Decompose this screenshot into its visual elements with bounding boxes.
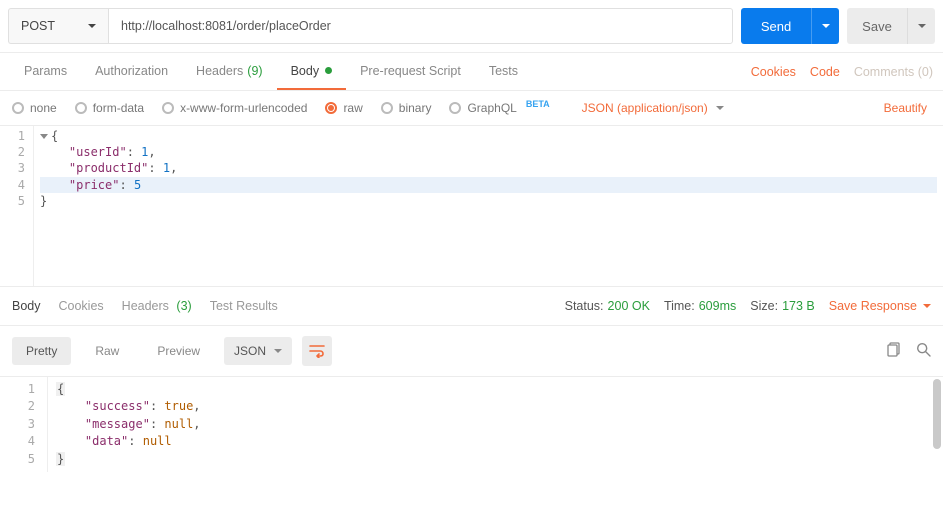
- body-mode-raw-label: raw: [343, 101, 362, 115]
- status-meta: Status:200 OK: [565, 299, 650, 313]
- line-gutter: 1 2 3 4 5: [0, 126, 34, 286]
- content-type-select[interactable]: JSON (application/json): [582, 101, 724, 115]
- radio-icon: [449, 102, 461, 114]
- body-mode-formdata[interactable]: form-data: [75, 101, 144, 115]
- response-tab-cookies[interactable]: Cookies: [59, 299, 104, 313]
- link-cookies[interactable]: Cookies: [751, 65, 796, 79]
- caret-down-icon: [822, 24, 830, 28]
- caret-down-icon: [88, 24, 96, 28]
- tab-body-label: Body: [291, 64, 320, 78]
- response-tab-headers[interactable]: Headers (3): [122, 299, 192, 313]
- body-mode-none-label: none: [30, 101, 57, 115]
- tab-body[interactable]: Body: [277, 53, 347, 90]
- response-gutter: 1 2 3 4 5: [0, 377, 48, 472]
- link-comments[interactable]: Comments (0): [854, 65, 933, 79]
- wrap-lines-button[interactable]: [302, 336, 332, 366]
- caret-down-icon: [918, 24, 926, 28]
- tab-tests[interactable]: Tests: [475, 53, 532, 90]
- response-tab-body[interactable]: Body: [12, 299, 41, 313]
- send-dropdown-button[interactable]: [811, 8, 839, 44]
- tab-headers[interactable]: Headers (9): [182, 53, 277, 90]
- body-mode-graphql[interactable]: GraphQL BETA: [449, 101, 549, 115]
- wrap-icon: [309, 344, 325, 358]
- save-response-button[interactable]: Save Response: [829, 299, 931, 313]
- save-response-label: Save Response: [829, 299, 917, 313]
- view-raw-button[interactable]: Raw: [81, 337, 133, 365]
- caret-down-icon: [274, 349, 282, 353]
- body-mode-raw[interactable]: raw: [325, 101, 362, 115]
- response-body-viewer[interactable]: 1 2 3 4 5 { "success": true, "message": …: [0, 377, 943, 472]
- time-meta: Time:609ms: [664, 299, 736, 313]
- response-tab-testresults[interactable]: Test Results: [210, 299, 278, 313]
- fold-icon[interactable]: [40, 134, 48, 139]
- tab-params[interactable]: Params: [10, 53, 81, 90]
- response-code-body: { "success": true, "message": null, "dat…: [48, 377, 943, 472]
- response-headers-count: (3): [176, 299, 191, 313]
- url-input[interactable]: [108, 8, 733, 44]
- radio-icon: [12, 102, 24, 114]
- radio-icon: [325, 102, 337, 114]
- body-mode-none[interactable]: none: [12, 101, 57, 115]
- response-format-select[interactable]: JSON: [224, 337, 292, 365]
- caret-down-icon: [923, 304, 931, 308]
- body-mode-urlencoded-label: x-www-form-urlencoded: [180, 101, 307, 115]
- body-mode-binary[interactable]: binary: [381, 101, 432, 115]
- copy-icon[interactable]: [887, 342, 902, 361]
- save-button[interactable]: Save: [847, 8, 907, 44]
- search-icon[interactable]: [916, 342, 931, 361]
- caret-down-icon: [716, 106, 724, 110]
- request-body-editor[interactable]: 1 2 3 4 5 { "userId": 1, "productId": 1,…: [0, 126, 943, 286]
- http-method-label: POST: [21, 19, 55, 33]
- http-method-select[interactable]: POST: [8, 8, 108, 44]
- view-pretty-button[interactable]: Pretty: [12, 337, 71, 365]
- tab-authorization[interactable]: Authorization: [81, 53, 182, 90]
- radio-icon: [162, 102, 174, 114]
- headers-count: (9): [247, 64, 262, 78]
- body-modified-dot-icon: [325, 67, 332, 74]
- body-mode-formdata-label: form-data: [93, 101, 144, 115]
- beautify-button[interactable]: Beautify: [884, 101, 931, 115]
- body-mode-graphql-label: GraphQL: [467, 101, 516, 115]
- radio-icon: [381, 102, 393, 114]
- body-mode-urlencoded[interactable]: x-www-form-urlencoded: [162, 101, 307, 115]
- radio-icon: [75, 102, 87, 114]
- save-dropdown-button[interactable]: [907, 8, 935, 44]
- send-button[interactable]: Send: [741, 8, 811, 44]
- tab-prerequest[interactable]: Pre-request Script: [346, 53, 475, 90]
- view-preview-button[interactable]: Preview: [143, 337, 214, 365]
- response-format-label: JSON: [234, 344, 266, 358]
- body-mode-binary-label: binary: [399, 101, 432, 115]
- content-type-label: JSON (application/json): [582, 101, 708, 115]
- size-meta: Size:173 B: [750, 299, 814, 313]
- response-tab-headers-label: Headers: [122, 299, 169, 313]
- code-body: { "userId": 1, "productId": 1, "price": …: [34, 126, 943, 286]
- link-code[interactable]: Code: [810, 65, 840, 79]
- beta-badge: BETA: [526, 99, 550, 109]
- tab-headers-label: Headers: [196, 64, 243, 78]
- scrollbar[interactable]: [933, 379, 941, 449]
